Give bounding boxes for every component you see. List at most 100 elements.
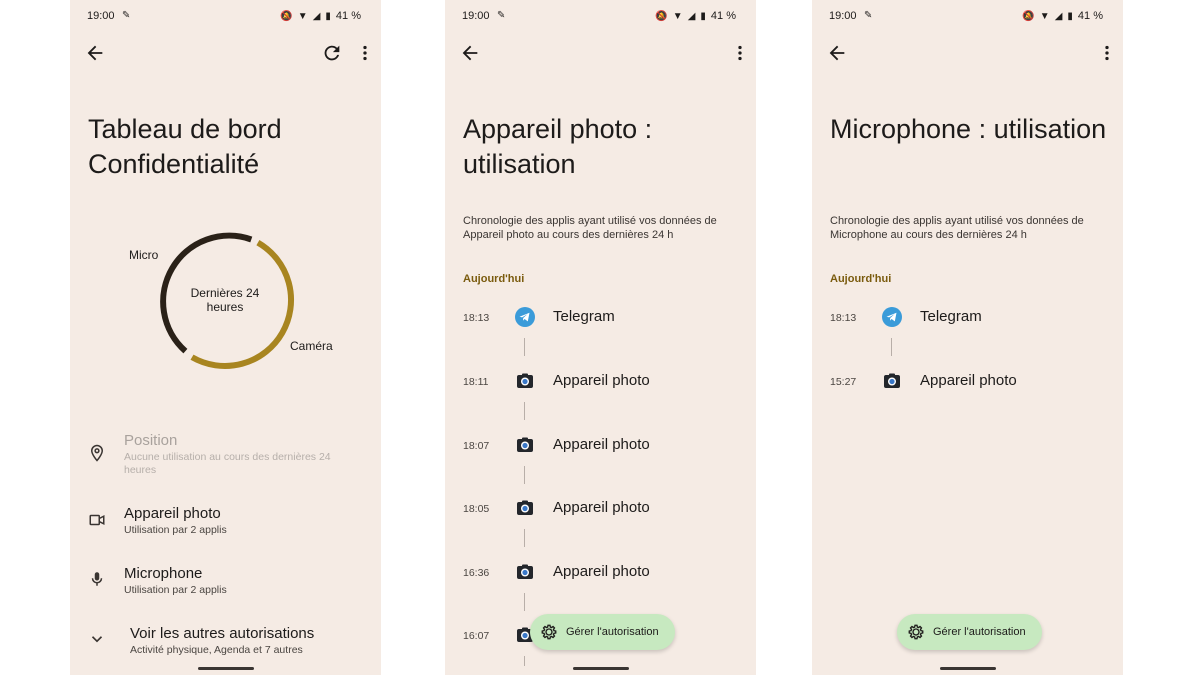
wifi-icon: ▼	[1039, 10, 1050, 22]
videocam-icon	[89, 514, 105, 526]
gear-icon	[541, 624, 557, 640]
status-bar: 19:00 ✎ 🔕 ▼ ◢ ▮ 41 %	[445, 10, 756, 24]
refresh-icon[interactable]	[321, 42, 343, 64]
battery-icon: ▮	[700, 10, 706, 22]
privacy-dashboard-screen: 19:00 ✎ 🔕 ▼ ◢ ▮ 41 % Tableau de bord Con…	[70, 0, 381, 675]
dnd-icon: 🔕	[655, 10, 668, 22]
nfc-icon: ✎	[122, 10, 131, 21]
gesture-home-bar[interactable]	[940, 667, 996, 670]
permission-row-more[interactable]: Voir les autres autorisations Activité p…	[70, 625, 381, 661]
back-arrow-icon[interactable]	[459, 42, 481, 64]
permission-title: Voir les autres autorisations	[130, 625, 315, 642]
timeline-entry[interactable]: 18:05 Appareil photo	[445, 498, 756, 524]
telegram-icon	[515, 307, 535, 327]
permission-row-microphone[interactable]: Microphone Utilisation par 2 applis	[70, 565, 381, 601]
camera-icon	[517, 437, 533, 452]
section-header-today: Aujourd'hui	[463, 273, 525, 285]
timeline-connector	[524, 593, 525, 611]
chevron-down-icon	[91, 636, 103, 643]
mic-icon	[91, 572, 103, 586]
entry-time: 18:11	[463, 376, 489, 388]
entry-app-name: Appareil photo	[553, 563, 650, 580]
camera-icon	[517, 500, 533, 515]
timeline-entry[interactable]: 15:27 Appareil photo	[812, 371, 1123, 397]
more-vert-icon[interactable]	[733, 42, 747, 64]
back-arrow-icon[interactable]	[826, 42, 848, 64]
chart-center-label: Dernières 24 heures	[190, 286, 260, 314]
gesture-home-bar[interactable]	[198, 667, 254, 670]
battery-icon: ▮	[1067, 10, 1073, 22]
timeline-entry[interactable]: 18:07 Appareil photo	[445, 435, 756, 461]
entry-app-name: Appareil photo	[553, 436, 650, 453]
entry-time: 18:07	[463, 440, 490, 452]
manage-permission-button[interactable]: Gérer l'autorisation	[530, 614, 675, 650]
manage-permission-label: Gérer l'autorisation	[566, 626, 659, 638]
manage-permission-label: Gérer l'autorisation	[933, 626, 1026, 638]
entry-app-name: Appareil photo	[553, 499, 650, 516]
timeline-connector	[524, 338, 525, 356]
entry-time: 18:05	[463, 503, 490, 515]
camera-icon	[884, 373, 900, 388]
signal-icon: ◢	[687, 10, 696, 22]
timeline-entry[interactable]: 18:13 Telegram	[445, 307, 756, 333]
entry-time: 16:07	[463, 630, 490, 642]
entry-app-name: Appareil photo	[553, 372, 650, 389]
page-title: Microphone : utilisation	[830, 114, 1107, 144]
chart-label-camera: Caméra	[290, 339, 333, 353]
timeline-entry[interactable]: 18:13 Telegram	[812, 307, 1123, 333]
manage-permission-button[interactable]: Gérer l'autorisation	[897, 614, 1042, 650]
battery-icon: ▮	[325, 10, 331, 22]
entry-time: 18:13	[830, 312, 857, 324]
timeline-entry[interactable]: 16:36 Appareil photo	[445, 562, 756, 588]
timeline-connector	[524, 466, 525, 484]
gear-icon	[908, 624, 924, 640]
permission-subtitle: Utilisation par 2 applis	[124, 524, 227, 536]
status-time: 19:00	[87, 10, 115, 22]
telegram-icon	[882, 307, 902, 327]
entry-app-name: Telegram	[920, 308, 982, 325]
permission-subtitle: Utilisation par 2 applis	[124, 584, 227, 596]
dnd-icon: 🔕	[1022, 10, 1035, 22]
permission-row-camera[interactable]: Appareil photo Utilisation par 2 applis	[70, 505, 381, 541]
page-description: Chronologie des applis ayant utilisé vos…	[463, 215, 717, 241]
microphone-usage-screen: 19:00 ✎ 🔕 ▼ ◢ ▮ 41 % Microphone : utilis…	[812, 0, 1123, 675]
battery-level: 41 %	[710, 10, 736, 22]
battery-level: 41 %	[335, 10, 361, 22]
permission-title: Microphone	[124, 565, 203, 582]
more-vert-icon[interactable]	[1100, 42, 1114, 64]
permission-subtitle: Activité physique, Agenda et 7 autres	[130, 644, 303, 656]
permission-subtitle: Aucune utilisation au cours des dernière…	[124, 451, 331, 476]
permission-title: Appareil photo	[124, 505, 221, 522]
usage-donut-chart: Dernières 24 heures Micro Caméra	[70, 220, 381, 380]
permission-title: Position	[124, 432, 178, 449]
status-time: 19:00	[462, 10, 490, 22]
more-vert-icon[interactable]	[358, 42, 372, 64]
camera-icon	[517, 564, 533, 579]
nfc-icon: ✎	[497, 10, 506, 21]
entry-time: 18:13	[463, 312, 490, 324]
status-bar: 19:00 ✎ 🔕 ▼ ◢ ▮ 41 %	[70, 10, 381, 24]
entry-time: 15:27	[830, 376, 857, 388]
camera-icon	[517, 373, 533, 388]
page-title: Appareil photo : utilisation	[463, 114, 653, 179]
entry-time: 16:36	[463, 567, 490, 579]
entry-app-name: Appareil photo	[920, 372, 1017, 389]
location-pin-icon	[90, 444, 104, 462]
dnd-icon: 🔕	[280, 10, 293, 22]
battery-level: 41 %	[1077, 10, 1103, 22]
status-time: 19:00	[829, 10, 857, 22]
timeline-entry[interactable]: 18:11 Appareil photo	[445, 371, 756, 397]
back-arrow-icon[interactable]	[84, 42, 106, 64]
signal-icon: ◢	[1054, 10, 1063, 22]
chart-label-micro: Micro	[129, 248, 159, 262]
timeline-connector	[524, 656, 525, 666]
gesture-home-bar[interactable]	[573, 667, 629, 670]
timeline-connector	[524, 402, 525, 420]
entry-app-name: Telegram	[553, 308, 615, 325]
wifi-icon: ▼	[672, 10, 683, 22]
page-title: Tableau de bord Confidentialité	[88, 114, 282, 179]
signal-icon: ◢	[312, 10, 321, 22]
page-description: Chronologie des applis ayant utilisé vos…	[830, 215, 1084, 241]
timeline-connector	[891, 338, 892, 356]
permission-row-position[interactable]: Position Aucune utilisation au cours des…	[70, 432, 381, 478]
